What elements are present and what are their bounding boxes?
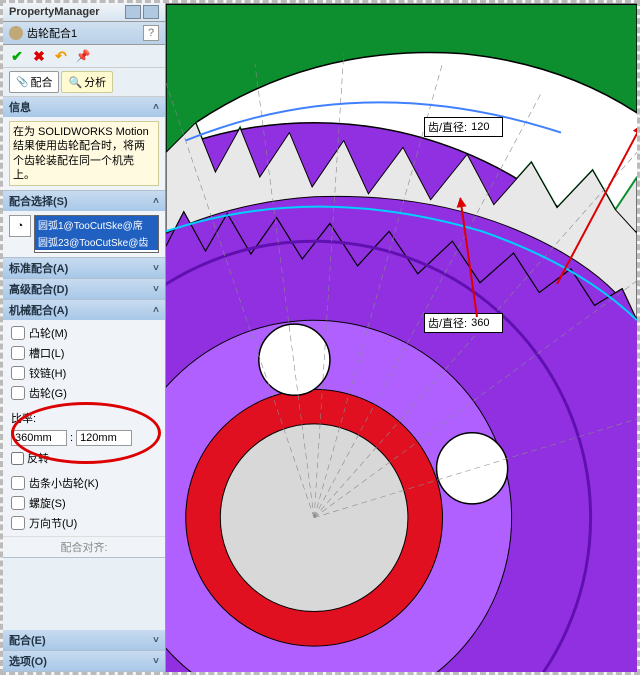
tab-mate[interactable]: 📎 配合 [9,71,59,93]
header-icon-2[interactable] [143,5,159,19]
panel-header: PropertyManager [3,3,165,22]
diameter-input-1[interactable] [471,119,499,135]
diameter-label-1[interactable]: 齿/直径: [424,117,503,137]
chevron-down-icon: ˅ [153,263,159,274]
ratio-label: 比率: [11,408,157,428]
property-panel: PropertyManager 齿轮配合1 ? ✔ ✖ ↶ 📌 📎 配合 🔍 [3,3,166,672]
reverse-label: 反转 [27,450,49,466]
action-bar: ✔ ✖ ↶ 📌 [3,45,165,68]
mate-screw[interactable]: 螺旋(S) [9,494,159,512]
mate-slot[interactable]: 槽口(L) [9,344,159,362]
mech-mate-header[interactable]: 机械配合(A) ˄ [3,300,165,320]
clip-icon: 📎 [16,77,28,88]
chevron-up-icon: ˄ [153,102,159,113]
feature-name: 齿轮配合1 [27,25,139,41]
selection-icon[interactable]: ◔ [9,215,31,237]
chevron-down-icon: ˅ [153,635,159,646]
help-button[interactable]: ? [143,25,159,41]
mech-mate-section: 机械配合(A) ˄ 凸轮(M) 槽口(L) 铰链(H) 齿轮(G) 比率: : [3,300,165,558]
analysis-icon: 🔍 [68,76,82,89]
feature-header: 齿轮配合1 ? [3,22,165,45]
ok-button[interactable]: ✔ [9,48,25,64]
slot-icon [11,346,25,360]
universal-icon [11,516,25,530]
mate-gear[interactable]: 齿轮(G) [9,384,159,402]
mate-rack[interactable]: 齿条小齿轮(K) [9,474,159,492]
chevron-down-icon: ˅ [153,656,159,667]
diameter-input-2[interactable] [471,315,499,331]
mate-universal[interactable]: 万向节(U) [9,514,159,532]
chevron-up-icon: ˄ [153,305,159,316]
gear-icon [9,26,23,40]
ratio-colon: : [70,432,73,444]
ratio-input-b[interactable] [76,430,132,446]
chevron-up-icon: ˄ [153,196,159,207]
cancel-button[interactable]: ✖ [31,48,47,64]
selection-list[interactable]: 圆弧1@TooCutSke@席 圆弧23@TooCutSke@齿 [34,215,159,253]
options-section: 选项(O) ˅ [3,651,165,672]
cam-icon [11,326,25,340]
adv-mate-section: 高级配合(D) ˅ [3,279,165,300]
reverse-checkbox[interactable] [11,452,24,465]
selection-item[interactable]: 圆弧23@TooCutSke@齿 [35,233,158,250]
ratio-input-a[interactable] [11,430,67,446]
gear-view [166,3,637,672]
hinge-icon [11,366,25,380]
std-mate-section: 标准配合(A) ˅ [3,258,165,279]
tab-analysis[interactable]: 🔍 分析 [61,71,113,93]
panel-title: PropertyManager [9,6,121,18]
mate-align-label: 配合对齐: [3,536,165,557]
screw-icon [11,496,25,510]
info-section: 信息 ˄ 在为 SOLIDWORKS Motion 结果使用齿轮配合时，将两个齿… [3,97,165,191]
mate-cam[interactable]: 凸轮(M) [9,324,159,342]
mate-select-header[interactable]: 配合选择(S) ˄ [3,191,165,211]
selection-item[interactable]: 圆弧1@TooCutSke@席 [35,216,158,233]
mate-hinge[interactable]: 铰链(H) [9,364,159,382]
options-header[interactable]: 选项(O) ˅ [3,651,165,671]
info-header[interactable]: 信息 ˄ [3,97,165,117]
std-mate-header[interactable]: 标准配合(A) ˅ [3,258,165,278]
chevron-down-icon: ˅ [153,284,159,295]
graphics-viewport[interactable]: 齿/直径: 齿/直径: [166,3,637,672]
header-icon-1[interactable] [125,5,141,19]
mate-list-section: 配合(E) ˅ [3,630,165,651]
undo-button[interactable]: ↶ [53,48,69,64]
adv-mate-header[interactable]: 高级配合(D) ˅ [3,279,165,299]
mate-select-section: 配合选择(S) ˄ ◔ 圆弧1@TooCutSke@席 圆弧23@TooCutS… [3,191,165,258]
info-text: 在为 SOLIDWORKS Motion 结果使用齿轮配合时，将两个齿轮装配在同… [9,121,159,186]
pin-button[interactable]: 📌 [75,48,91,64]
tab-bar: 📎 配合 🔍 分析 [3,68,165,97]
mate-list-header[interactable]: 配合(E) ˅ [3,630,165,650]
diameter-label-2[interactable]: 齿/直径: [424,313,503,333]
gear-icon [11,386,25,400]
rack-icon [11,476,25,490]
